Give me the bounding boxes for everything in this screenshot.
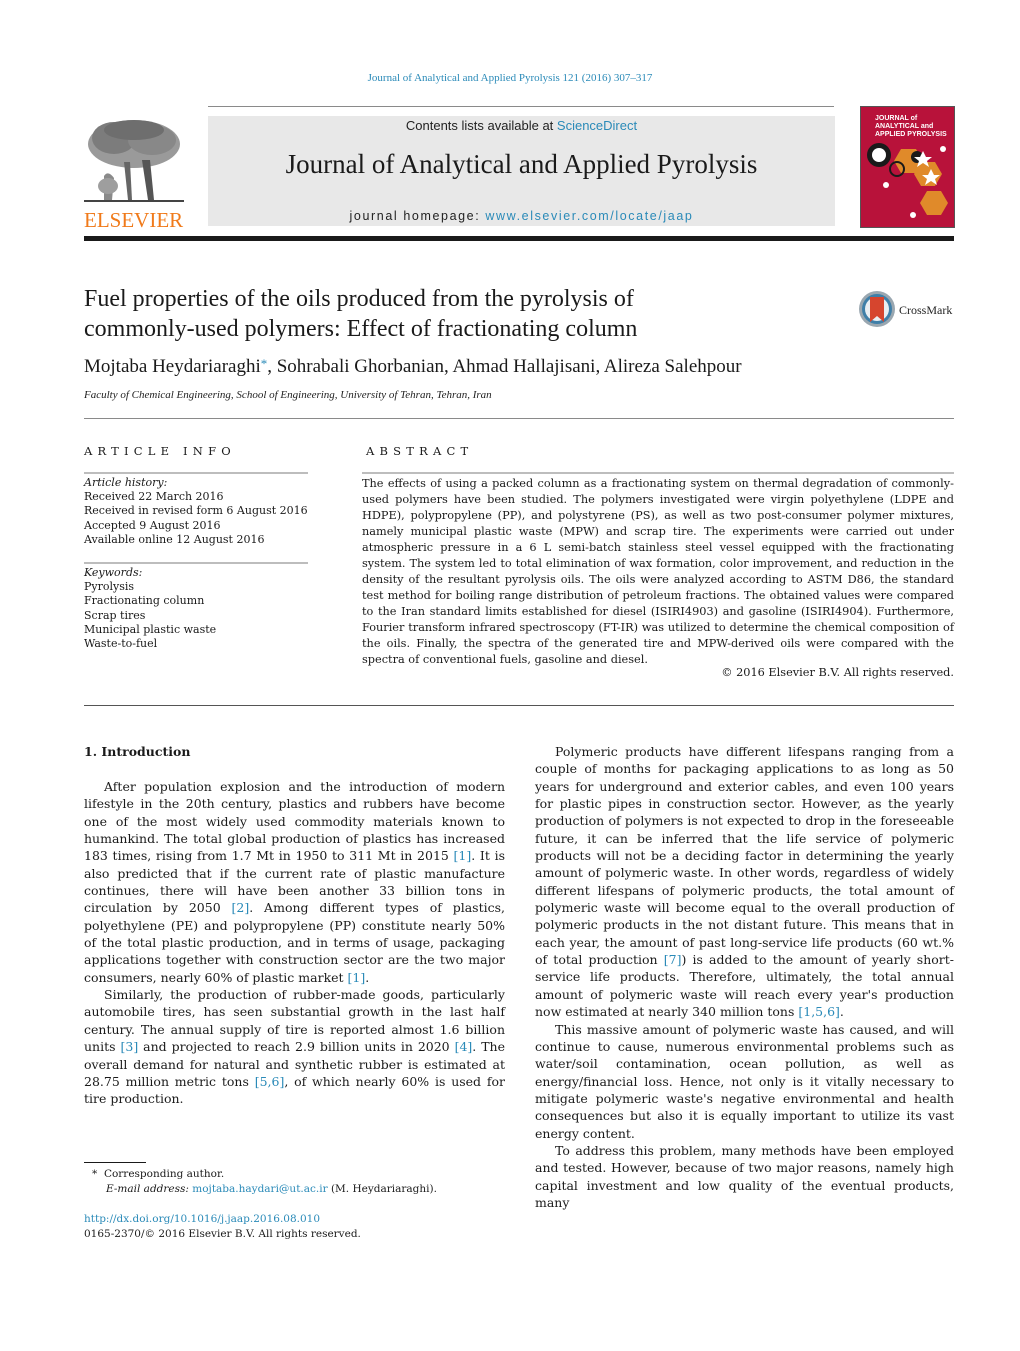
cover-title-line: APPLIED PYROLYSIS [875, 131, 947, 138]
paragraph: After population explosion and the intro… [84, 778, 505, 986]
paragraph-text: To address this problem, many methods ha… [535, 1142, 954, 1210]
affiliation: Faculty of Chemical Engineering, School … [84, 389, 492, 401]
sciencedirect-link[interactable]: ScienceDirect [557, 118, 637, 133]
running-head[interactable]: Journal of Analytical and Applied Pyroly… [0, 72, 1020, 84]
body-column-left: After population explosion and the intro… [84, 778, 505, 1108]
homepage-link[interactable]: www.elsevier.com/locate/jaap [485, 209, 693, 223]
paragraph: This massive amount of polymeric waste h… [535, 1021, 954, 1142]
history-item: Accepted 9 August 2016 [84, 518, 221, 532]
history-label: Article history: [84, 476, 168, 489]
history-item: Received 22 March 2016 [84, 490, 224, 504]
email-label: E-mail address: [106, 1183, 193, 1195]
footnote-corresponding-text: Corresponding author. [103, 1168, 225, 1180]
citation-link[interactable]: [1] [348, 970, 366, 985]
footnote-rule [84, 1162, 146, 1163]
paragraph-text: After population explosion and the intro… [84, 779, 505, 864]
issn-line: 0165-2370/© 2016 Elsevier B.V. All right… [84, 1228, 361, 1240]
keyword: Fractionating column [84, 594, 205, 608]
paragraph-text: Polymeric products have different lifesp… [535, 744, 954, 968]
paragraph: To address this problem, many methods ha… [535, 1142, 954, 1211]
divider [84, 562, 308, 564]
paragraph: Similarly, the production of rubber-made… [84, 986, 505, 1107]
citation-link[interactable]: [3] [120, 1039, 138, 1054]
keyword: Pyrolysis [84, 580, 135, 594]
crossmark-label: CrossMark [899, 303, 953, 317]
email-link[interactable]: mojtaba.haydari@ut.ac.ir [192, 1183, 327, 1195]
contents-line: Contents lists available at ScienceDirec… [208, 118, 835, 133]
keywords-label: Keywords: [84, 566, 143, 579]
divider [84, 705, 954, 706]
doi-link[interactable]: http://dx.doi.org/10.1016/j.jaap.2016.08… [84, 1212, 504, 1227]
author-list: Mojtaba Heydariaraghi*, Sohrabali Ghorba… [84, 356, 742, 378]
doi-block: http://dx.doi.org/10.1016/j.jaap.2016.08… [84, 1212, 504, 1242]
paragraph-text: . [365, 969, 370, 985]
divider [84, 418, 954, 419]
abstract-copyright: © 2016 Elsevier B.V. All rights reserved… [721, 666, 954, 679]
top-rule [208, 106, 834, 107]
masthead-thick-rule [84, 236, 954, 241]
crossmark-badge[interactable]: CrossMark [858, 290, 958, 330]
divider [84, 472, 308, 474]
cover-title-line: JOURNAL of [875, 115, 918, 122]
journal-name: Journal of Analytical and Applied Pyroly… [285, 149, 758, 179]
abstract-heading: ABSTRACT [366, 444, 474, 458]
abstract-text: The effects of using a packed column as … [362, 477, 954, 666]
elsevier-wordmark: ELSEVIER [84, 208, 184, 232]
email-suffix: (M. Heydariaraghi). [327, 1183, 437, 1195]
article-title: Fuel properties of the oils produced fro… [84, 284, 804, 344]
title-line-2: commonly-used polymers: Effect of fracti… [84, 316, 638, 342]
crossmark-icon [859, 291, 895, 327]
history-item: Received in revised form 6 August 2016 [84, 504, 308, 518]
homepage-line: journal homepage: www.elsevier.com/locat… [208, 209, 835, 223]
body-column-right: Polymeric products have different lifesp… [535, 743, 954, 1211]
cover-title: JOURNAL of ANALYTICAL and APPLIED PYROLY… [875, 115, 947, 139]
history-item: Available online 12 August 2016 [84, 532, 265, 546]
keywords: Keywords: Pyrolysis Fractionating column… [84, 566, 314, 651]
article-history: Article history: Received 22 March 2016 … [84, 476, 314, 547]
citation-link[interactable]: [5,6] [255, 1074, 285, 1089]
footnote-email-line: E-mail address: mojtaba.haydari@ut.ac.ir… [92, 1182, 512, 1197]
divider [362, 472, 954, 474]
citation-link[interactable]: [1,5,6] [798, 1004, 840, 1019]
title-line-1: Fuel properties of the oils produced fro… [84, 286, 634, 312]
citation-link[interactable]: [1] [454, 848, 472, 863]
elsevier-tree-icon [84, 116, 184, 204]
footnote-corresponding: * Corresponding author. [92, 1167, 512, 1182]
keyword: Municipal plastic waste [84, 622, 217, 636]
paragraph: Polymeric products have different lifesp… [535, 743, 954, 1021]
footnote-mark: * [92, 1168, 98, 1180]
keyword: Scrap tires [84, 608, 146, 622]
elsevier-logo[interactable]: ELSEVIER [84, 116, 184, 232]
footnote: * Corresponding author. E-mail address: … [92, 1167, 512, 1197]
journal-cover-image[interactable]: JOURNAL of ANALYTICAL and APPLIED PYROLY… [860, 106, 955, 228]
journal-banner: Contents lists available at ScienceDirec… [208, 116, 835, 226]
citation-link[interactable]: [2] [232, 900, 250, 915]
homepage-prefix: journal homepage: [349, 209, 486, 223]
citation-link[interactable]: [7] [664, 952, 682, 967]
section-heading-introduction: 1. Introduction [84, 744, 191, 759]
author-others: , Sohrabali Ghorbanian, Ahmad Hallajisan… [267, 356, 742, 377]
contents-prefix: Contents lists available at [405, 118, 557, 133]
cover-title-line: ANALYTICAL and [875, 123, 934, 130]
paragraph-text: . [839, 1004, 844, 1020]
author-first[interactable]: Mojtaba Heydariaraghi [84, 356, 261, 377]
paragraph-text: This massive amount of polymeric waste h… [535, 1021, 954, 1141]
keyword: Waste-to-fuel [84, 637, 158, 651]
citation-link[interactable]: [4] [455, 1039, 473, 1054]
paragraph-text: and projected to reach 2.9 billion units… [138, 1039, 455, 1055]
article-info-heading: ARTICLE INFO [84, 444, 236, 458]
